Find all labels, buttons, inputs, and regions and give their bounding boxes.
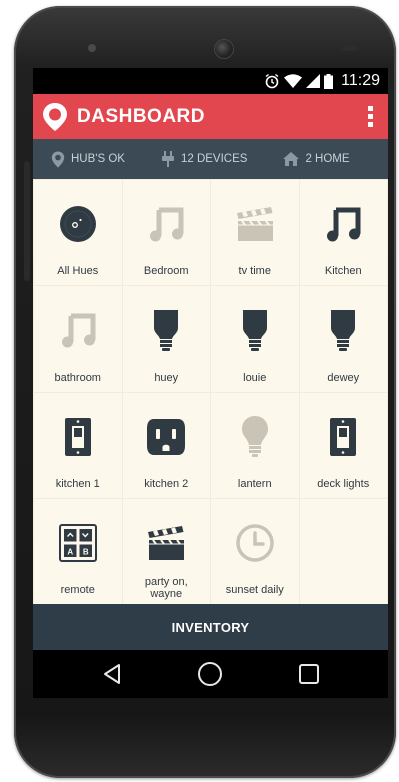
system-nav-bar	[33, 650, 388, 698]
pin-icon	[51, 151, 65, 167]
hub-status: HUB'S OK	[51, 151, 125, 168]
scene-grid: All Hues Bedroom tv time Kitchen bathroom hue…	[33, 179, 388, 604]
scene-tile-label: bathroom	[54, 371, 101, 384]
app-bar: DASHBOARD	[33, 94, 388, 139]
scene-tile-label: Bedroom	[143, 265, 189, 278]
plug-icon	[161, 151, 174, 167]
alarm-icon	[264, 73, 280, 89]
scene-tile-label: huey	[154, 371, 179, 384]
scene-tile[interactable]: Bedroom	[122, 180, 210, 286]
scene-tile[interactable]: All Hues	[34, 180, 122, 286]
scene-tile-label: All Hues	[57, 265, 99, 278]
scene-tile-label: tv time	[238, 265, 271, 278]
scene-tile[interactable]: kitchen 2	[122, 392, 210, 498]
bulb-icon	[144, 308, 188, 352]
battery-icon	[324, 73, 334, 89]
lightbulb-icon	[233, 415, 277, 459]
bulb-icon	[233, 308, 277, 352]
home-count-label: 2 HOME	[305, 153, 350, 165]
remote-icon: AB	[56, 521, 100, 565]
overflow-menu-icon[interactable]	[368, 106, 374, 127]
scene-tile[interactable]: tv time	[211, 180, 299, 286]
scene-tile[interactable]: kitchen 1	[34, 392, 122, 498]
side-button	[24, 161, 30, 281]
home-count: 2 HOME	[283, 152, 350, 166]
scene-tile[interactable]: lantern	[211, 392, 299, 498]
scene-tile-label: deck lights	[317, 477, 370, 490]
status-bar: 11:29	[33, 68, 388, 94]
device-count-label: 12 DEVICES	[180, 153, 248, 165]
location-pin-logo-icon	[43, 102, 67, 131]
music-note-icon	[321, 202, 365, 246]
scene-tile-label: sunset daily	[225, 584, 284, 596]
svg-text:A: A	[67, 547, 73, 556]
wifi-icon	[284, 74, 303, 88]
scene-tile[interactable]: A Bremote	[34, 498, 122, 604]
app-title: DASHBOARD	[77, 105, 205, 127]
scene-tile-label: kitchen 1	[55, 477, 100, 490]
clock-icon	[233, 521, 277, 565]
status-time: 11:29	[341, 72, 380, 89]
switch-icon	[321, 415, 365, 459]
scene-tile[interactable]: Kitchen	[299, 180, 387, 286]
scene-tile-label: Kitchen	[324, 265, 362, 278]
scene-tile[interactable]: deck lights	[299, 392, 387, 498]
scene-tile[interactable]: louie	[211, 286, 299, 392]
scene-tile-label: louie	[243, 371, 267, 384]
back-icon[interactable]	[92, 654, 132, 694]
bulb-icon	[321, 308, 365, 352]
scene-tile[interactable]: dewey	[299, 286, 387, 392]
inventory-button[interactable]: INVENTORY	[33, 604, 388, 650]
recents-icon[interactable]	[289, 654, 329, 694]
svg-text:B: B	[83, 547, 89, 556]
scene-tile[interactable]: huey	[122, 286, 210, 392]
proximity-sensor	[342, 46, 358, 51]
screen: 11:29 DASHBOARD HUB'S OK 12 DEVICES 2 HO…	[33, 68, 388, 698]
front-camera	[214, 39, 234, 59]
scene-tile-label: party on, wayne	[144, 576, 188, 600]
scene-tile-label: lantern	[237, 477, 272, 490]
switch-icon	[56, 415, 100, 459]
scene-tile[interactable]: bathroom	[34, 286, 122, 392]
all-hues-icon	[56, 202, 100, 246]
signal-icon	[306, 74, 321, 88]
empty-tile	[299, 498, 387, 604]
outlet-icon	[144, 415, 188, 459]
music-note-icon	[56, 308, 100, 352]
device-count: 12 DEVICES	[161, 151, 247, 167]
scene-tile-label: kitchen 2	[144, 477, 189, 490]
scene-tile[interactable]: party on, wayne	[122, 498, 210, 604]
hub-status-label: HUB'S OK	[71, 153, 125, 165]
scene-tile[interactable]: sunset daily	[211, 498, 299, 604]
hub-info-bar: HUB'S OK 12 DEVICES 2 HOME	[33, 139, 388, 179]
clapperboard-icon	[233, 202, 277, 246]
clapperboard-icon	[144, 521, 188, 565]
music-note-icon	[144, 202, 188, 246]
scene-tile-label: remote	[60, 584, 95, 596]
scene-tile-label: dewey	[327, 371, 360, 384]
earpiece-dot	[88, 44, 96, 52]
home-icon	[283, 152, 300, 166]
home-nav-icon[interactable]	[190, 654, 230, 694]
